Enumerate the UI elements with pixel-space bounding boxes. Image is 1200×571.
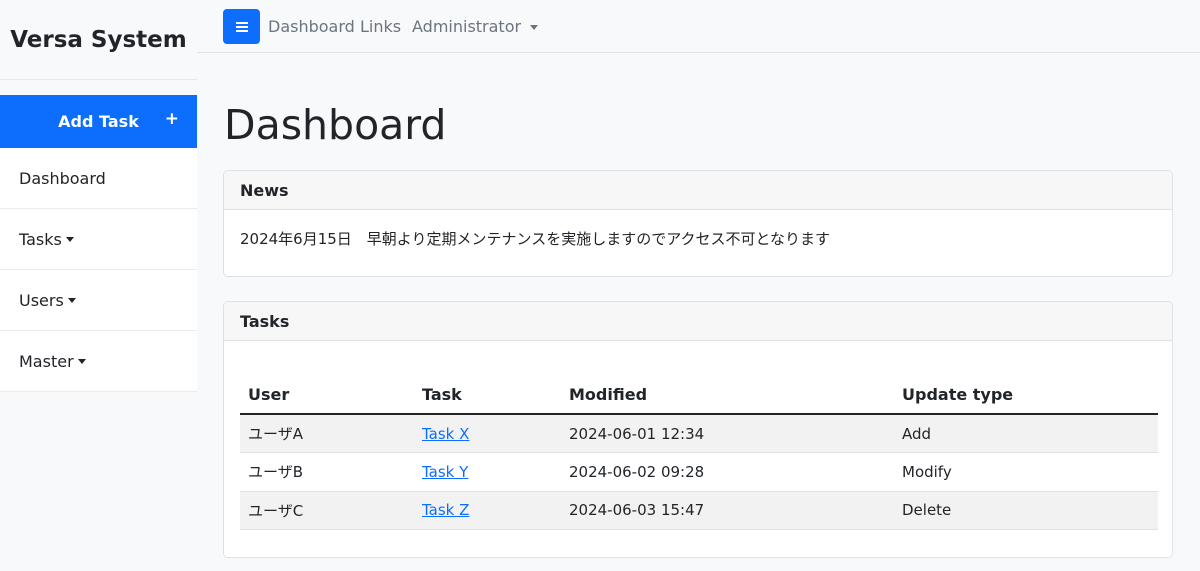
news-text: 2024年6月15日 早朝より定期メンテナンスを実施しますのでアクセス不可となり… [240, 230, 831, 248]
nav-dropdown-label: Administrator [412, 17, 522, 36]
sidebar-item-users[interactable]: Users [0, 270, 197, 331]
tasks-table: User Task Modified Update type ユーザA Task… [240, 376, 1158, 530]
caret-down-icon [65, 236, 74, 242]
cell-modified: 2024-06-02 09:28 [561, 452, 894, 492]
task-link[interactable]: Task X [422, 425, 469, 443]
nav-link-links[interactable]: Links [360, 17, 401, 36]
caret-down-icon [67, 297, 76, 303]
nav-link-dashboard[interactable]: Dashboard [268, 17, 355, 36]
cell-update-type: Add [894, 414, 1158, 453]
table-header-row: User Task Modified Update type [240, 376, 1158, 415]
cell-update-type: Delete [894, 491, 1158, 530]
sidebar: Versa System Add Task + Dashboard Tasks … [0, 0, 197, 571]
sidebar-item-tasks[interactable]: Tasks [0, 209, 197, 270]
column-header-update-type: Update type [894, 376, 1158, 415]
cell-task: Task X [414, 414, 561, 453]
cell-user: ユーザC [240, 491, 414, 530]
tasks-card: Tasks User Task Modified Update type ユーザ… [223, 301, 1173, 558]
sidebar-item-label: Users [19, 290, 64, 310]
page-title: Dashboard [224, 101, 447, 149]
sidebar-item-label: Tasks [19, 229, 62, 249]
sidebar-item-dashboard[interactable]: Dashboard [0, 148, 197, 209]
cell-user: ユーザB [240, 452, 414, 492]
menu-toggle-button[interactable] [223, 9, 260, 44]
nav-dropdown-administrator[interactable]: Administrator [412, 17, 539, 36]
column-header-modified: Modified [561, 376, 894, 415]
table-row: ユーザB Task Y 2024-06-02 09:28 Modify [240, 452, 1158, 492]
top-navbar: Dashboard Links Administrator [197, 0, 1200, 53]
column-header-task: Task [414, 376, 561, 415]
add-task-label: Add Task [58, 112, 139, 131]
column-header-user: User [240, 376, 414, 415]
tasks-card-header: Tasks [224, 302, 1172, 341]
add-task-button[interactable]: Add Task + [0, 95, 197, 148]
cell-user: ユーザA [240, 414, 414, 453]
table-row: ユーザA Task X 2024-06-01 12:34 Add [240, 414, 1158, 453]
news-card-header: News [224, 171, 1172, 210]
task-link[interactable]: Task Z [422, 501, 469, 519]
task-link[interactable]: Task Y [422, 463, 468, 481]
sidebar-item-label: Dashboard [19, 168, 106, 188]
sidebar-item-label: Master [19, 351, 74, 371]
cell-task: Task Y [414, 452, 561, 492]
caret-down-icon [530, 25, 539, 30]
cell-modified: 2024-06-03 15:47 [561, 491, 894, 530]
sidebar-nav: Dashboard Tasks Users Master [0, 148, 197, 392]
plus-icon: + [164, 109, 179, 129]
caret-down-icon [77, 358, 86, 364]
table-row: ユーザC Task Z 2024-06-03 15:47 Delete [240, 491, 1158, 530]
news-card: News 2024年6月15日 早朝より定期メンテナンスを実施しますのでアクセス… [223, 170, 1173, 277]
cell-modified: 2024-06-01 12:34 [561, 414, 894, 453]
cell-update-type: Modify [894, 452, 1158, 492]
sidebar-item-master[interactable]: Master [0, 331, 197, 392]
hamburger-icon [235, 21, 248, 32]
brand-title: Versa System [0, 0, 197, 80]
cell-task: Task Z [414, 491, 561, 530]
